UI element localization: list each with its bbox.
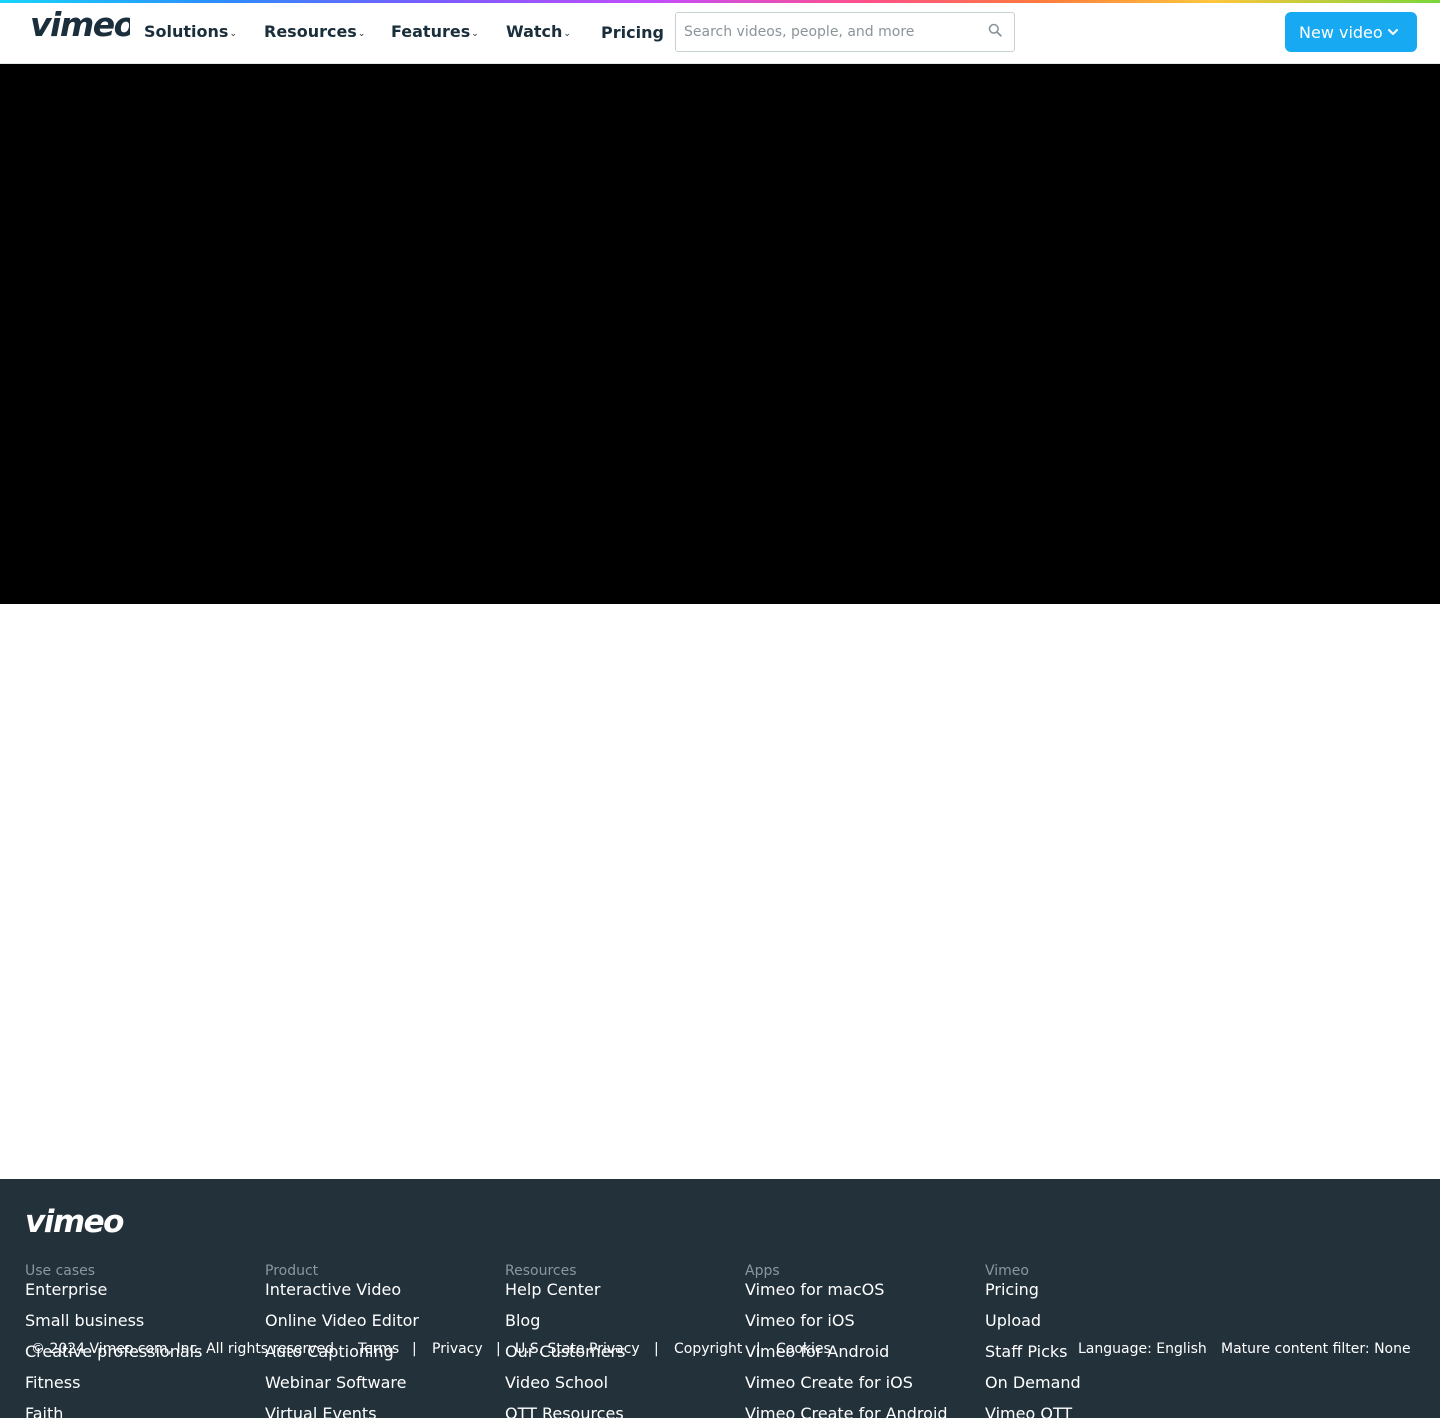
search-box — [675, 12, 1015, 52]
footer-link[interactable]: Fitness — [25, 1373, 265, 1404]
search-input[interactable] — [684, 13, 984, 51]
footer-link[interactable]: Online Video Editor — [265, 1311, 505, 1342]
footer-column-heading: Product — [265, 1263, 319, 1279]
legal-separator: | — [496, 1341, 501, 1357]
footer-link[interactable]: Interactive Video — [265, 1280, 505, 1311]
footer-link[interactable]: Upload — [985, 1311, 1225, 1342]
nav-resources-label: Resources — [264, 22, 357, 41]
language-selector[interactable]: Language: English — [1078, 1341, 1207, 1357]
legal-separator: | — [756, 1341, 761, 1357]
svg-text:vimeo: vimeo — [25, 1206, 124, 1238]
footer-link[interactable]: Vimeo for macOS — [745, 1280, 985, 1311]
footer-column-heading: Use cases — [25, 1263, 96, 1279]
footer-link[interactable]: Pricing — [985, 1280, 1225, 1311]
nav-pricing[interactable]: Pricing — [601, 23, 664, 42]
vimeo-logo-icon: vimeo — [30, 9, 130, 43]
footer-link[interactable]: Help Center — [505, 1280, 745, 1311]
privacy-link[interactable]: Privacy — [432, 1341, 483, 1357]
footer-link[interactable]: Blog — [505, 1311, 745, 1342]
new-video-label: New video — [1299, 22, 1383, 42]
nav-features-label: Features — [391, 22, 471, 41]
us-state-privacy-link[interactable]: U.S. State Privacy — [515, 1341, 640, 1357]
nav-watch[interactable]: Watch⌄ — [506, 22, 571, 41]
mature-content-filter[interactable]: Mature content filter: None — [1221, 1341, 1411, 1357]
footer-link[interactable]: Vimeo OTT — [985, 1404, 1225, 1418]
search-icon[interactable] — [988, 23, 1002, 37]
chevron-down-icon: ⌄ — [563, 29, 571, 39]
footer-column-heading: Apps — [745, 1263, 780, 1279]
footer-link[interactable]: On Demand — [985, 1373, 1225, 1404]
footer-column-heading: Resources — [505, 1263, 577, 1279]
footer-link[interactable]: Enterprise — [25, 1280, 265, 1311]
copyright-text: © 2024 Vimeo.com, Inc. All rights reserv… — [31, 1341, 339, 1357]
svg-text:vimeo: vimeo — [30, 9, 130, 43]
terms-link[interactable]: Terms — [358, 1341, 399, 1357]
nav-features[interactable]: Features⌄ — [391, 22, 479, 41]
legal-separator: | — [654, 1341, 659, 1357]
footer-link[interactable]: Webinar Software — [265, 1373, 505, 1404]
footer-link[interactable]: Vimeo Create for iOS — [745, 1373, 985, 1404]
footer-link[interactable]: OTT Resources — [505, 1404, 745, 1418]
footer-vimeo-logo[interactable]: vimeo — [25, 1204, 126, 1242]
new-video-button[interactable]: New video — [1285, 12, 1417, 52]
footer-column-heading: Vimeo — [985, 1263, 1029, 1279]
site-footer: vimeo Use cases Enterprise Small busines… — [0, 1179, 1440, 1418]
chevron-down-icon: ⌄ — [471, 29, 479, 39]
nav-watch-label: Watch — [506, 22, 563, 41]
legal-separator: | — [412, 1341, 417, 1357]
nav-solutions-label: Solutions — [144, 22, 229, 41]
footer-link[interactable]: Vimeo for iOS — [745, 1311, 985, 1342]
nav-resources[interactable]: Resources⌄ — [264, 22, 365, 41]
legal-bar: © 2024 Vimeo.com, Inc. All rights reserv… — [0, 1341, 1440, 1361]
vimeo-logo[interactable]: vimeo — [30, 9, 130, 43]
chevron-down-icon — [1388, 29, 1398, 35]
nav-solutions[interactable]: Solutions⌄ — [144, 22, 237, 41]
nav-pricing-label: Pricing — [601, 23, 664, 42]
top-navigation-bar: vimeo Solutions⌄ Resources⌄ Features⌄ Wa… — [0, 3, 1440, 64]
copyright-link[interactable]: Copyright — [674, 1341, 742, 1357]
cookies-link[interactable]: Cookies — [776, 1341, 831, 1357]
footer-link[interactable]: Vimeo Create for Android — [745, 1404, 985, 1418]
footer-link[interactable]: Virtual Events — [265, 1404, 505, 1418]
chevron-down-icon: ⌄ — [229, 29, 237, 39]
footer-link[interactable]: Video School — [505, 1373, 745, 1404]
footer-link[interactable]: Faith — [25, 1404, 265, 1418]
vimeo-logo-icon: vimeo — [25, 1204, 126, 1240]
chevron-down-icon: ⌄ — [357, 29, 366, 39]
video-player[interactable] — [0, 64, 1440, 604]
footer-link[interactable]: Small business — [25, 1311, 265, 1342]
